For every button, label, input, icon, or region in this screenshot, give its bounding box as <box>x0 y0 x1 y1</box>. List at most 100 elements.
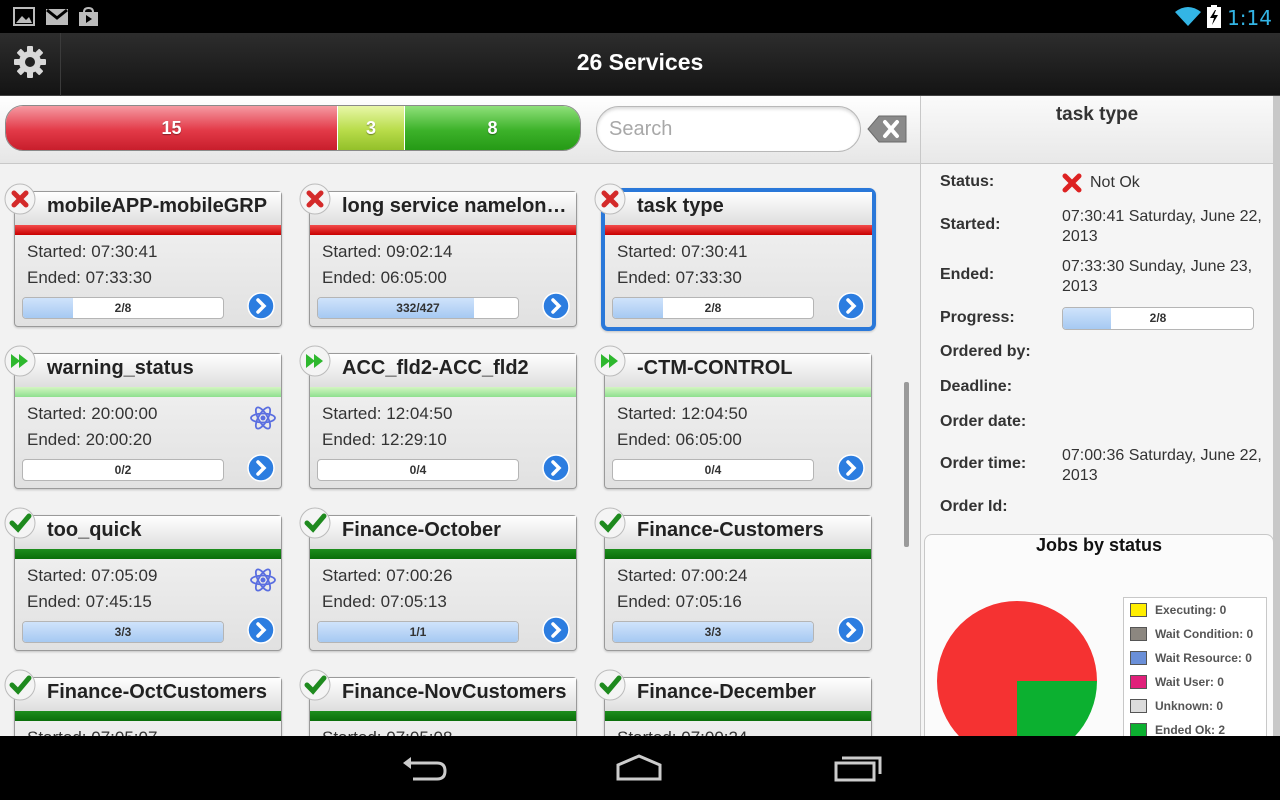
ended-time: Ended: 07:33:30 <box>27 268 152 287</box>
started-time: Started: 07:30:41 <box>27 242 158 261</box>
chevron-right-icon <box>542 454 570 486</box>
detail-header: task type <box>921 96 1273 164</box>
search-input[interactable] <box>596 106 861 152</box>
open-details-button[interactable] <box>837 454 865 482</box>
ended-time: Ended: 06:05:00 <box>322 268 447 287</box>
jobs-chart-panel: Jobs by status Executing: 0 Wait Conditio… <box>924 534 1274 736</box>
chart-title: Jobs by status <box>1035 535 1163 555</box>
started-time: Started: 09:02:14 <box>322 242 453 261</box>
started-label: Started: <box>940 216 1001 233</box>
ended-time: Ended: 07:45:15 <box>27 592 152 611</box>
scrollbar[interactable] <box>904 382 909 547</box>
legend-swatch <box>1130 627 1147 641</box>
detail-pane: task type Status: Not Ok Started: 07:30:… <box>920 96 1280 736</box>
started-time: Started: 07:30:41 <box>617 242 748 261</box>
service-card[interactable]: ACC_fld2-ACC_fld2 Started: 12:04:50 Ended:… <box>309 353 577 489</box>
progress-bar: 2/8 <box>22 297 224 319</box>
status-stripe <box>605 387 871 397</box>
status-stripe <box>15 225 281 235</box>
backspace-clear-icon <box>866 115 908 148</box>
open-details-button[interactable] <box>837 616 865 644</box>
service-card[interactable]: Finance-Customers Started: 07:00:24 Ended:… <box>604 515 872 651</box>
legend-label: Executing: 0 <box>1155 603 1227 617</box>
deadline-label: Deadline: <box>940 378 1013 395</box>
service-name: -CTM-CONTROL <box>637 357 793 379</box>
page-title: 26 Services <box>576 49 704 75</box>
progress-bar: 0/4 <box>612 459 814 481</box>
card-header: too_quick <box>15 516 281 549</box>
card-header: Finance-October <box>310 516 576 549</box>
started-time: Started: 12:04:50 <box>322 404 453 423</box>
jobs-pie-chart <box>937 601 1097 736</box>
check-icon <box>594 669 626 701</box>
open-details-button[interactable] <box>247 454 275 482</box>
chevron-right-icon <box>837 616 865 648</box>
started-time: Started: 07:05:07 <box>27 728 157 736</box>
error-x-icon <box>299 183 331 215</box>
service-card[interactable]: Finance-October Started: 07:00:26 Ended: 0… <box>309 515 577 651</box>
service-card[interactable]: -CTM-CONTROL Started: 12:04:50 Ended: 06:0… <box>604 353 872 489</box>
ended-time: Ended: 07:05:16 <box>617 592 742 611</box>
progress-text: 3/3 <box>704 625 722 639</box>
ended-time: Ended: 06:05:00 <box>617 430 742 449</box>
chevron-right-icon <box>837 292 865 324</box>
service-card[interactable]: too_quick Started: 07:05:09 Ended: 07:45:1… <box>14 515 282 651</box>
progress-text: 0/4 <box>409 463 427 477</box>
service-card[interactable]: Finance-NovCustomers Started: 07:05:08 <box>309 677 577 736</box>
legend-label: Wait User: 0 <box>1155 675 1224 689</box>
chevron-right-icon <box>247 292 275 324</box>
started-time: Started: 20:00:00 <box>27 404 158 423</box>
service-name: too_quick <box>47 519 142 541</box>
service-name: Finance-OctCustomers <box>47 681 268 703</box>
open-details-button[interactable] <box>837 292 865 320</box>
error-count-filter[interactable]: 15 <box>6 106 337 150</box>
service-name: warning_status <box>47 357 194 379</box>
service-card[interactable]: mobileAPP-mobileGRP Started: 07:30:41 Ende… <box>14 191 282 327</box>
started-time: Started: 07:05:09 <box>27 566 158 585</box>
progress-text: 0/2 <box>114 463 132 477</box>
check-icon <box>4 669 36 701</box>
clock: 1:14 <box>1227 6 1272 30</box>
open-details-button[interactable] <box>542 292 570 320</box>
open-details-button[interactable] <box>247 616 275 644</box>
open-details-button[interactable] <box>542 616 570 644</box>
recents-button[interactable] <box>833 753 883 783</box>
service-name: task type <box>637 195 724 217</box>
legend-swatch <box>1130 651 1147 665</box>
back-button[interactable] <box>399 753 449 783</box>
legend-item: Unknown: 0 <box>1124 694 1266 718</box>
battery-charging-icon <box>1207 5 1221 33</box>
service-card[interactable]: Finance-OctCustomers Started: 07:05:07 <box>14 677 282 736</box>
open-details-button[interactable] <box>542 454 570 482</box>
open-details-button[interactable] <box>247 292 275 320</box>
legend-swatch <box>1130 603 1147 617</box>
running-count-filter[interactable]: 3 <box>337 106 404 150</box>
progress-bar: 3/3 <box>22 621 224 643</box>
pie-slice-ended-ok <box>1017 681 1097 736</box>
service-card[interactable]: Finance-December Started: 07:00:24 <box>604 677 872 736</box>
progress-text: 2/8 <box>704 301 722 315</box>
progress-bar: 1/1 <box>317 621 519 643</box>
progress-text: 2/8 <box>114 301 132 315</box>
card-header: ACC_fld2-ACC_fld2 <box>310 354 576 387</box>
clear-search-button[interactable] <box>866 114 908 144</box>
order-time-value: 07:00:36 Saturday, June 22, 2013 <box>1062 447 1262 484</box>
ok-count-filter[interactable]: 8 <box>404 106 580 150</box>
order-id-label: Order Id: <box>940 498 1008 515</box>
order-time-label: Order time: <box>940 455 1027 472</box>
check-icon <box>299 669 331 701</box>
service-card[interactable]: long service namelong service name Starte… <box>309 191 577 327</box>
fast-forward-icon <box>299 345 331 377</box>
service-card[interactable]: warning_status Started: 20:00:00 Ended: 20… <box>14 353 282 489</box>
status-stripe <box>15 711 281 721</box>
status-stripe <box>605 225 872 235</box>
service-card[interactable]: task type Started: 07:30:41 Ended: 07:33:3… <box>601 188 876 331</box>
started-time: Started: 07:00:24 <box>617 566 748 585</box>
started-time: Started: 07:05:08 <box>322 728 452 736</box>
status-bar: 1:14 <box>0 0 1280 33</box>
ended-time: Ended: 20:00:20 <box>27 430 152 449</box>
service-name: ACC_fld2-ACC_fld2 <box>342 357 529 379</box>
home-button[interactable] <box>614 753 664 783</box>
progress-bar: 3/3 <box>612 621 814 643</box>
ended-time: Ended: 07:05:13 <box>322 592 447 611</box>
